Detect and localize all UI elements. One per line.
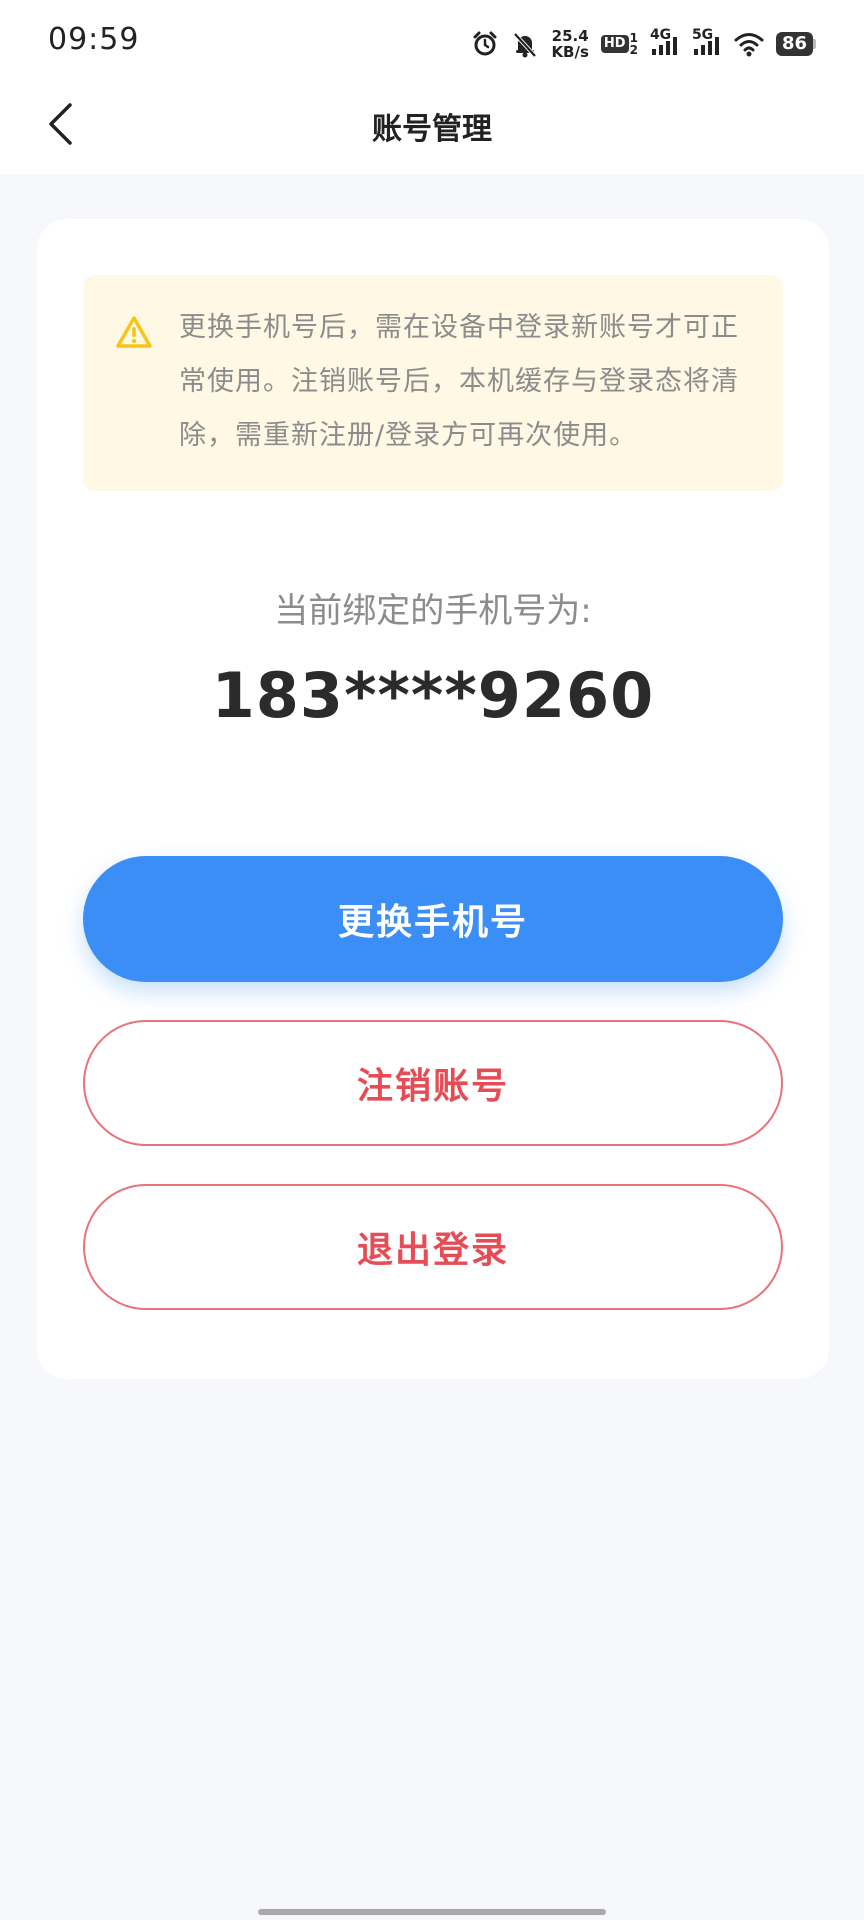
- net-speed-unit: KB/s: [551, 43, 589, 61]
- net-speed: 25.4 KB/s: [551, 28, 588, 60]
- bound-phone-label: 当前绑定的手机号为:: [274, 591, 592, 631]
- bound-phone-number: 183****9260: [211, 659, 655, 732]
- nav-bar: 账号管理: [0, 86, 864, 174]
- battery-level: 86: [775, 32, 813, 56]
- net-4g-label: 4G: [649, 27, 672, 43]
- notice-text: 更换手机号后，需在设备中登录新账号才可正常使用。注销账号后，本机缓存与登录态将清…: [179, 312, 739, 451]
- change-phone-button[interactable]: 更换手机号: [83, 856, 783, 982]
- net-4g: 4G: [650, 27, 680, 57]
- notice-box: 更换手机号后，需在设备中登录新账号才可正常使用。注销账号后，本机缓存与登录态将清…: [83, 275, 783, 491]
- wifi-icon: [734, 31, 764, 57]
- mute-bell-icon: [511, 30, 539, 58]
- net-5g-label: 5G: [691, 27, 714, 43]
- status-icons: 25.4 KB/s HD 1 2 4G 5G 86: [471, 22, 816, 66]
- alarm-icon: [471, 30, 499, 58]
- warning-icon: [115, 315, 153, 353]
- deactivate-account-button[interactable]: 注销账号: [83, 1020, 783, 1146]
- hd-sub: 2: [629, 43, 638, 57]
- logout-button[interactable]: 退出登录: [83, 1184, 783, 1310]
- page-title: 账号管理: [372, 112, 492, 147]
- net-5g: 5G: [692, 27, 722, 57]
- status-bar: 09:59 25.4 KB/s HD 1 2 4G 5G 86: [0, 0, 864, 86]
- home-indicator[interactable]: [258, 1909, 606, 1915]
- hd-badge: HD 1 2: [600, 32, 638, 57]
- account-card: 更换手机号后，需在设备中登录新账号才可正常使用。注销账号后，本机缓存与登录态将清…: [37, 219, 829, 1379]
- net-speed-value: 25.4: [551, 27, 589, 45]
- hd-label: HD: [600, 35, 629, 53]
- battery-icon: 86: [775, 32, 816, 56]
- status-time: 09:59: [48, 22, 140, 57]
